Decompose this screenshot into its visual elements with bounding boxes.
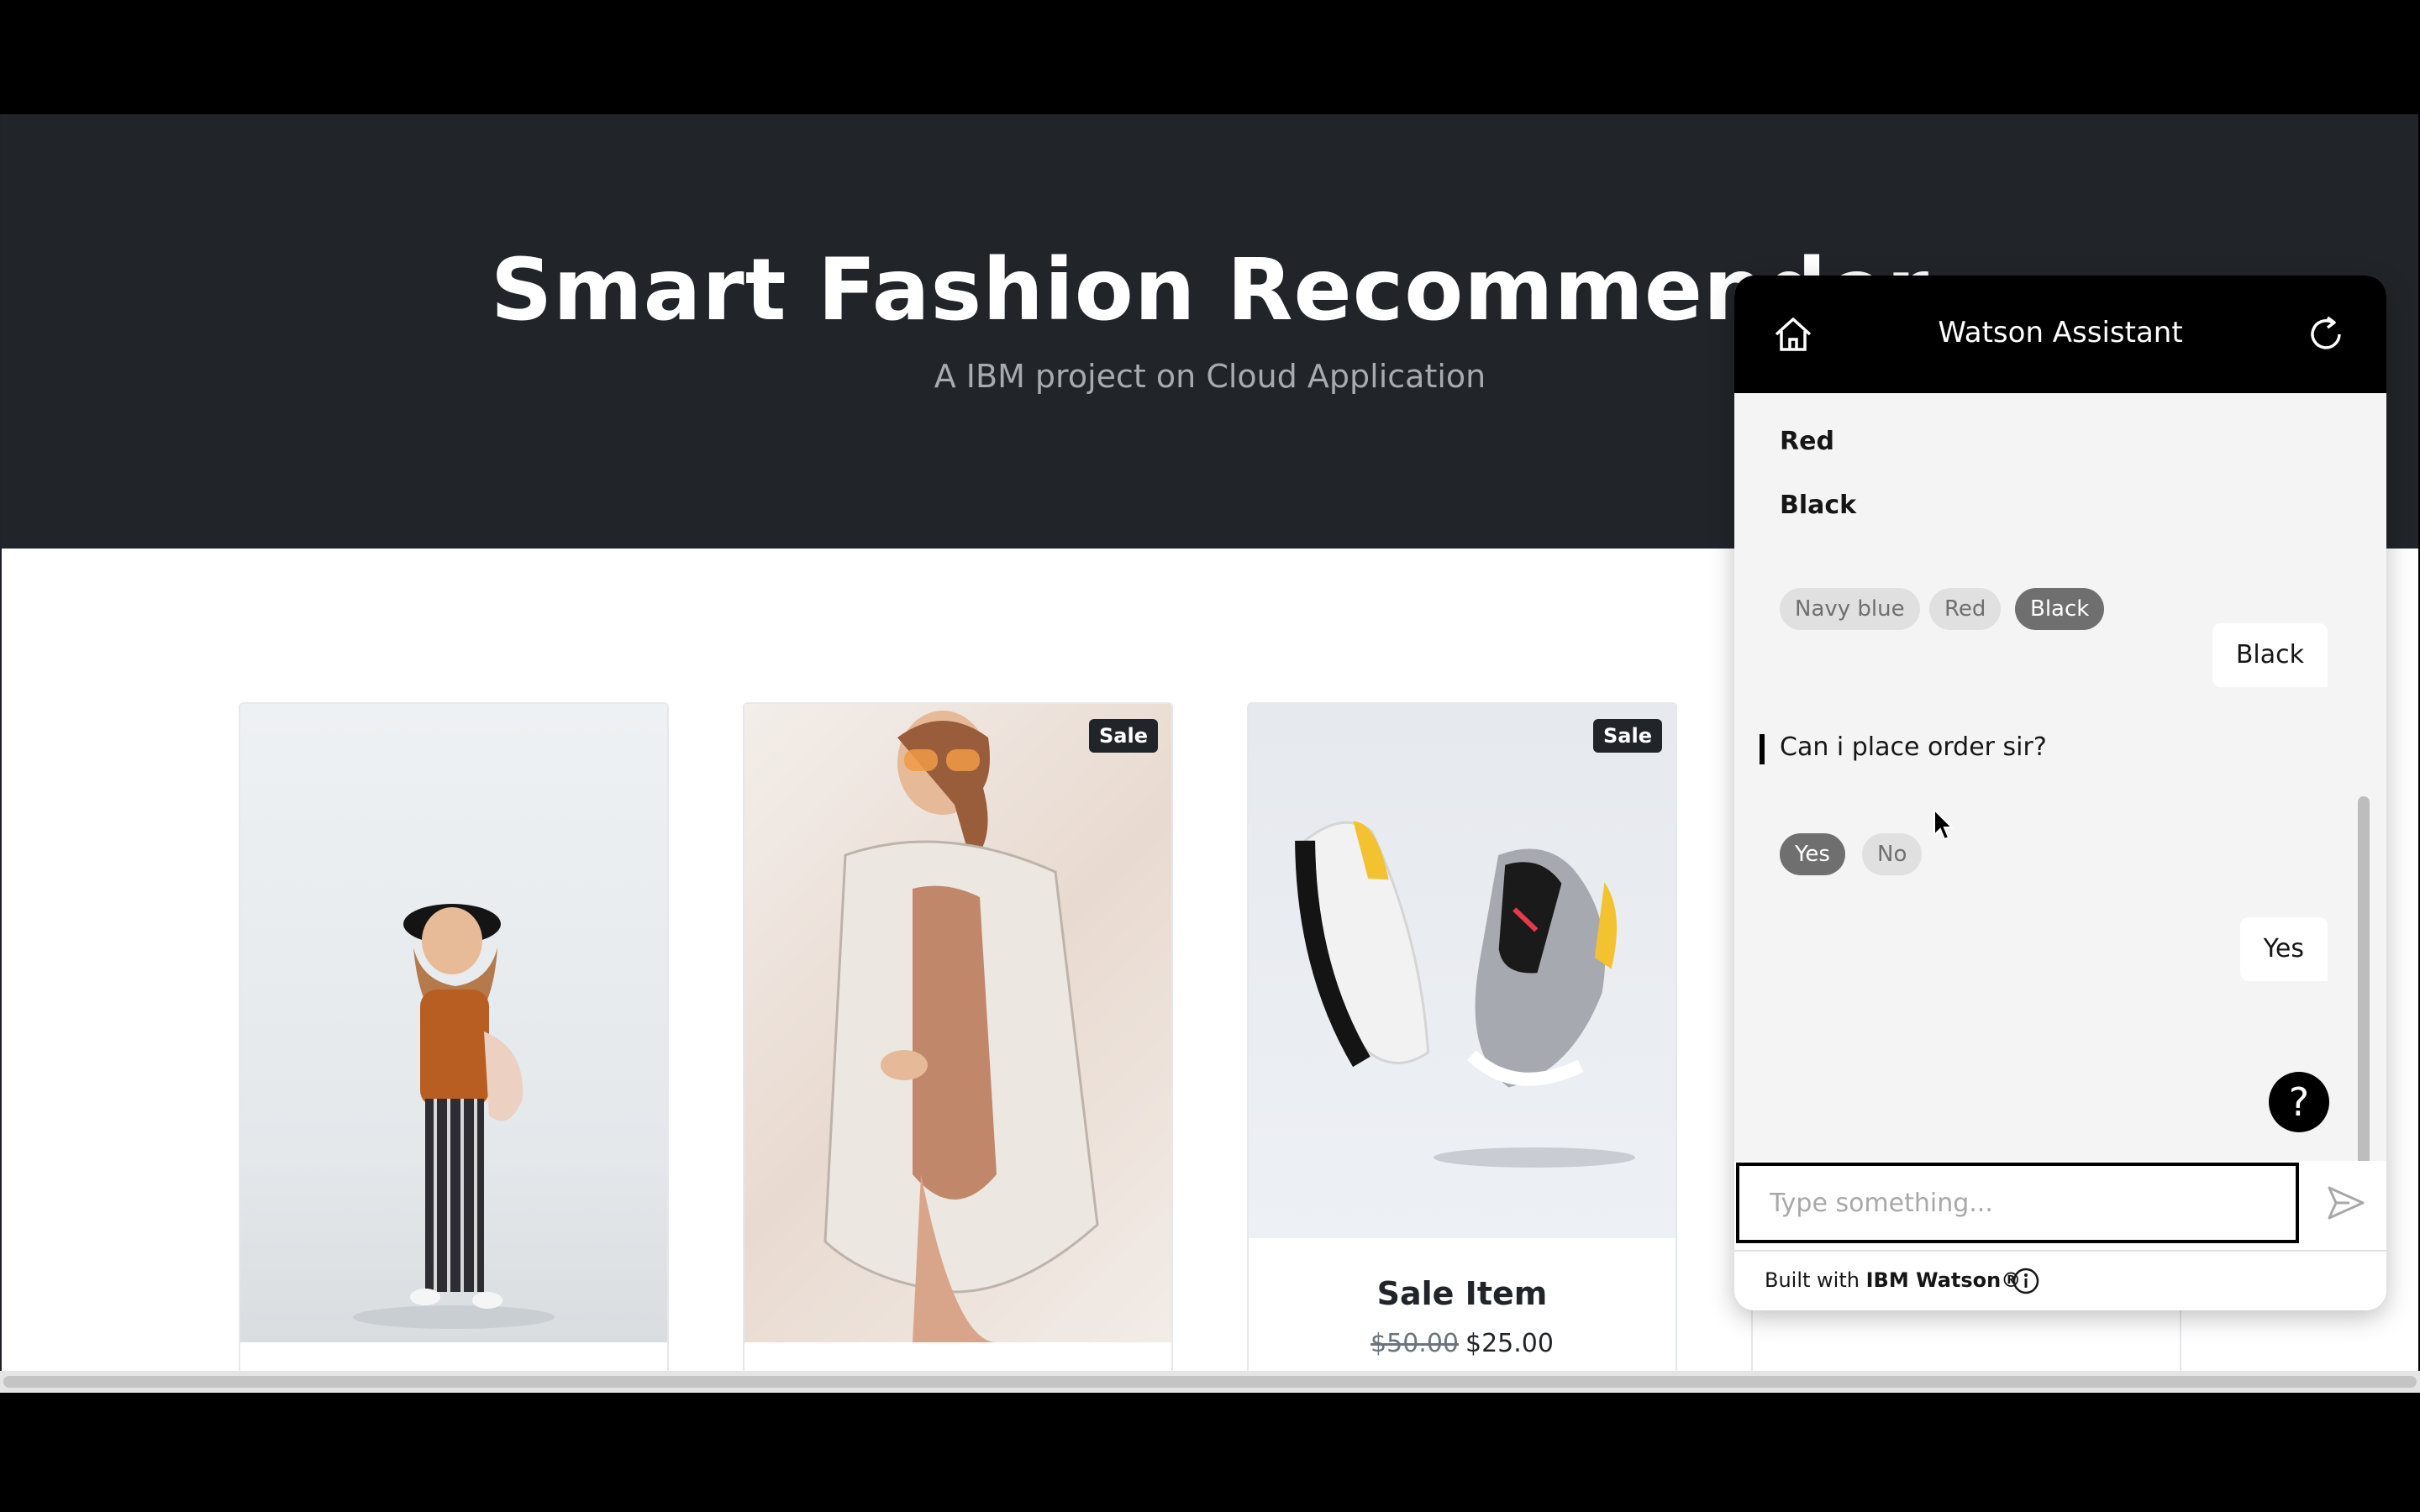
user-message-yes: Yes xyxy=(2239,917,2328,981)
product-image-1[interactable] xyxy=(240,704,667,1342)
bot-message-question: Can i place order sir? xyxy=(1780,732,2047,762)
chip-no[interactable]: No xyxy=(1862,833,1923,875)
product-title[interactable]: Sale Item xyxy=(1249,1275,1676,1312)
sneakers-illustration xyxy=(1295,821,1635,1168)
horizontal-scrollbar-thumb[interactable] xyxy=(3,1376,2417,1388)
help-icon[interactable]: ? xyxy=(2269,1072,2329,1132)
sale-badge: Sale xyxy=(1089,719,1158,753)
woman-hijab-illustration xyxy=(353,904,555,1329)
send-icon[interactable] xyxy=(2324,1181,2368,1225)
watson-assistant-panel: Watson Assistant Red Black Navy blue Red… xyxy=(1734,276,2386,1310)
info-icon[interactable] xyxy=(2012,1267,2040,1295)
product-image-3[interactable]: Sale xyxy=(1249,704,1676,1238)
mouse-cursor-icon xyxy=(1933,808,1954,841)
chip-yes[interactable]: Yes xyxy=(1780,833,1845,875)
chat-scrollbar-thumb[interactable] xyxy=(2358,796,2370,1166)
woman-sunglasses-illustration xyxy=(823,711,1099,1342)
restart-icon[interactable] xyxy=(2304,312,2348,356)
footer-brand: IBM Watson® xyxy=(1865,1268,2022,1292)
option-line-black: Black xyxy=(1780,491,1857,520)
product-card-3[interactable]: Sale Sale Item $50.00 $25.00 xyxy=(1247,702,1677,1371)
option-line-red: Red xyxy=(1780,427,1834,456)
chat-header: Watson Assistant xyxy=(1734,276,2386,393)
chat-footer: Built with IBM Watson® xyxy=(1734,1250,2386,1310)
product-card-1[interactable] xyxy=(239,702,669,1371)
product-image-2[interactable]: Sale xyxy=(744,704,1171,1342)
horizontal-scrollbar[interactable] xyxy=(0,1371,2420,1393)
chip-navy-blue[interactable]: Navy blue xyxy=(1780,588,1920,630)
sale-price: $25.00 xyxy=(1465,1329,1554,1358)
footer-prefix: Built with xyxy=(1765,1268,1866,1292)
product-price: $50.00 $25.00 xyxy=(1249,1329,1676,1358)
chat-input[interactable] xyxy=(1736,1163,2299,1243)
chip-black[interactable]: Black xyxy=(2015,588,2105,630)
sale-badge: Sale xyxy=(1593,719,1662,753)
chat-messages: Red Black Navy blue Red Black Black Can … xyxy=(1734,393,2386,1166)
product-card-2[interactable]: Sale xyxy=(743,702,1173,1371)
user-message-black: Black xyxy=(2212,623,2328,687)
original-price: $50.00 xyxy=(1370,1329,1459,1358)
bot-message-indicator xyxy=(1760,734,1765,764)
chat-title: Watson Assistant xyxy=(1938,316,2183,349)
chat-input-area xyxy=(1734,1161,2386,1262)
chip-red[interactable]: Red xyxy=(1929,588,2002,630)
chat-scrollbar[interactable] xyxy=(2358,393,2370,1166)
footer-text: Built with IBM Watson® xyxy=(1765,1268,2021,1292)
